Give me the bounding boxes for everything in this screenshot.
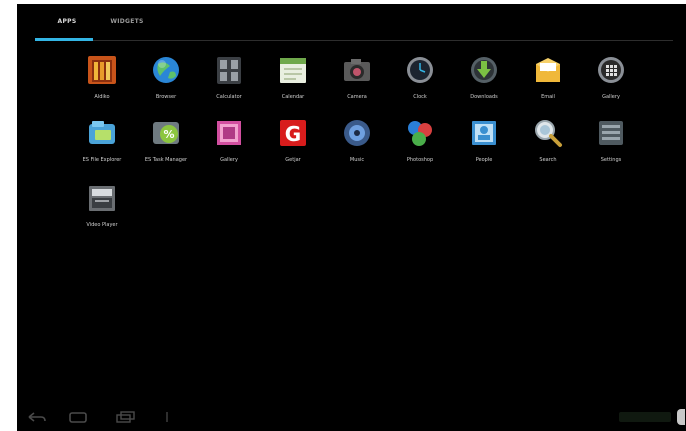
app-label: Gallery xyxy=(602,94,620,100)
app-music[interactable]: Music xyxy=(329,117,385,179)
app-photoshop[interactable]: Photoshop xyxy=(392,117,448,179)
app-label: Aldiko xyxy=(94,94,110,100)
app-people[interactable]: People xyxy=(456,117,512,179)
app-label: Getjar xyxy=(285,157,301,163)
menu-icon[interactable] xyxy=(162,410,172,424)
app-label: People xyxy=(475,157,493,163)
app-aldiko[interactable]: Aldiko xyxy=(74,54,130,116)
app-grid: Aldiko Browser Calculator Calendar Camer… xyxy=(17,4,686,304)
app-downloads[interactable]: Downloads xyxy=(456,54,512,116)
downloads-icon xyxy=(471,57,497,83)
app-label: Photoshop xyxy=(406,157,434,163)
calendar-icon xyxy=(280,58,306,83)
app-calculator[interactable]: Calculator xyxy=(201,54,257,116)
app-label: Clock xyxy=(413,94,427,100)
app-label: Settings xyxy=(600,157,622,163)
clock-icon xyxy=(407,57,433,83)
app-label: ES Task Manager xyxy=(144,157,188,163)
email-icon xyxy=(536,58,560,82)
search-icon xyxy=(535,120,562,147)
app-calendar[interactable]: Calendar xyxy=(265,54,321,116)
app-photo-gallery[interactable]: Gallery xyxy=(201,117,257,179)
app-label: Music xyxy=(349,157,365,163)
music-icon xyxy=(344,120,370,146)
gallery-icon xyxy=(598,57,624,83)
camera-icon xyxy=(344,59,370,81)
app-browser[interactable]: Browser xyxy=(138,54,194,116)
recent-apps-icon[interactable] xyxy=(114,410,136,424)
settings-icon xyxy=(599,121,623,145)
app-video-player[interactable]: Video Player xyxy=(74,182,130,244)
app-search[interactable]: Search xyxy=(520,117,576,179)
video-player-icon xyxy=(89,186,115,211)
app-camera[interactable]: Camera xyxy=(329,54,385,116)
app-label: Search xyxy=(539,157,557,163)
photoshop-express-icon xyxy=(408,121,432,146)
svg-text:G: G xyxy=(285,122,301,146)
svg-text:%: % xyxy=(163,128,174,141)
app-clock[interactable]: Clock xyxy=(392,54,448,116)
people-icon xyxy=(472,121,496,145)
browser-globe-icon xyxy=(153,57,179,83)
status-indicator xyxy=(677,409,685,425)
getjar-icon: G xyxy=(280,120,306,146)
app-label: Downloads xyxy=(470,94,498,100)
photo-gallery-icon xyxy=(217,121,241,145)
back-icon[interactable] xyxy=(27,410,47,424)
home-icon[interactable] xyxy=(67,410,89,424)
app-label: Browser xyxy=(155,94,177,100)
app-gallery[interactable]: Gallery xyxy=(583,54,639,116)
app-label: Calculator xyxy=(216,94,242,100)
es-task-manager-icon: % xyxy=(153,122,179,144)
navigation-bar xyxy=(17,404,686,431)
calculator-icon xyxy=(217,57,241,84)
app-es-task-manager[interactable]: % ES Task Manager xyxy=(138,117,194,179)
es-file-explorer-icon xyxy=(89,121,115,144)
app-email[interactable]: Email xyxy=(520,54,576,116)
aldiko-books-icon xyxy=(88,56,116,84)
status-area[interactable] xyxy=(619,412,671,422)
app-label: Video Player xyxy=(86,222,118,228)
app-settings[interactable]: Settings xyxy=(583,117,639,179)
app-label: Gallery xyxy=(220,157,238,163)
app-label: ES File Explorer xyxy=(82,157,122,163)
app-label: Email xyxy=(541,94,555,100)
launcher-screen: APPS WIDGETS Aldiko Browser Calculator C… xyxy=(17,4,686,431)
app-label: Camera xyxy=(347,94,367,100)
app-getjar[interactable]: G Getjar xyxy=(265,117,321,179)
app-label: Calendar xyxy=(281,94,305,100)
app-es-file-explorer[interactable]: ES File Explorer xyxy=(74,117,130,179)
